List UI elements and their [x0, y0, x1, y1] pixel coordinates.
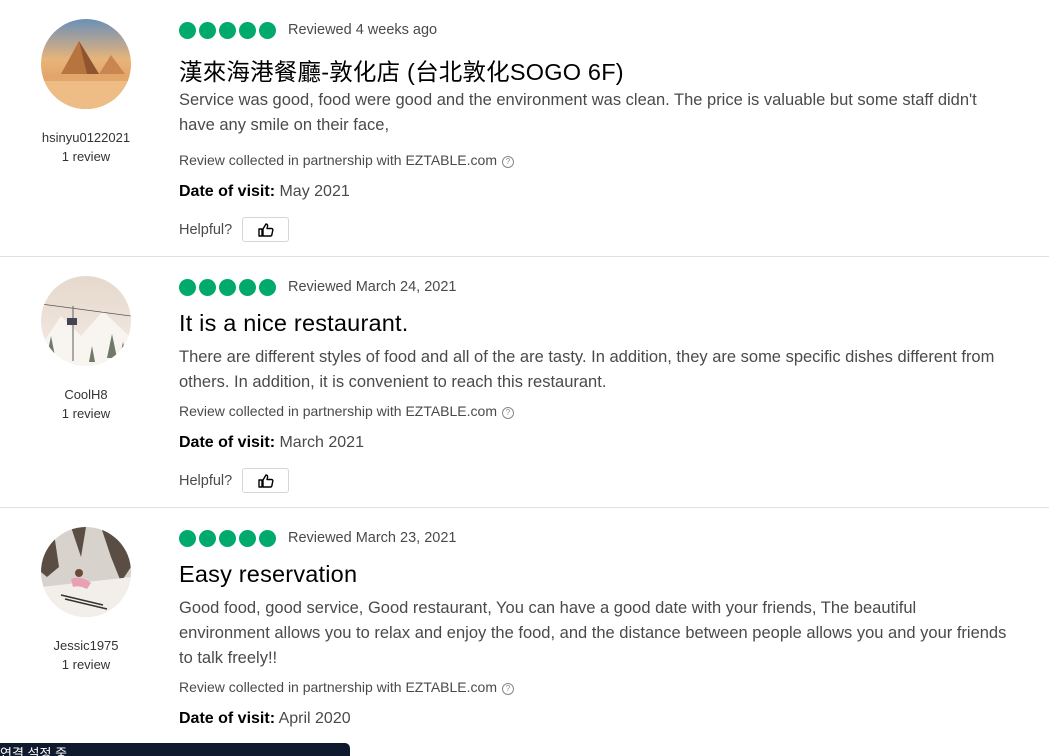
- username[interactable]: hsinyu0122021: [0, 129, 172, 147]
- rating-bubble: [179, 278, 196, 296]
- rating-bubble: [199, 21, 216, 39]
- bubble-rating: [179, 21, 276, 39]
- review-card: CoolH8 1 review Reviewed March 24, 2021 …: [0, 257, 1049, 508]
- partner-note: Review collected in partnership with EZT…: [179, 152, 514, 168]
- date-of-visit: Date of visit: May 2021: [179, 183, 350, 201]
- rating-bubble: [179, 529, 196, 547]
- username[interactable]: Jessic1975: [0, 637, 172, 655]
- review-card: Jessic1975 1 review Reviewed March 23, 2…: [0, 508, 1049, 756]
- reviewer-info: CoolH8 1 review: [0, 257, 172, 423]
- rating-bubble: [219, 529, 236, 547]
- avatar[interactable]: [41, 527, 131, 617]
- skier-avatar-image: [41, 527, 131, 617]
- reviewed-date: Reviewed 4 weeks ago: [288, 22, 438, 38]
- ski-lift-avatar-image: [41, 276, 131, 366]
- bubble-rating: [179, 278, 276, 296]
- rating-bubble: [199, 278, 216, 296]
- reviewer-info: Jessic1975 1 review: [0, 508, 172, 674]
- bubble-rating: [179, 529, 276, 547]
- rating-bubble: [199, 529, 216, 547]
- rating-row: Reviewed March 23, 2021: [179, 528, 456, 548]
- rating-bubble: [179, 21, 196, 39]
- info-circle-icon[interactable]: ?: [501, 407, 514, 419]
- review-title[interactable]: Easy reservation: [179, 561, 357, 588]
- review-count: 1 review: [61, 149, 111, 164]
- helpful-button[interactable]: [242, 468, 290, 493]
- rating-bubble: [239, 278, 256, 296]
- reviewer-info: hsinyu0122021 1 review: [0, 0, 172, 166]
- helpful-label: Helpful?: [179, 221, 233, 238]
- review-count: 1 review: [61, 406, 111, 421]
- rating-bubble: [259, 278, 276, 296]
- date-of-visit: Date of visit: March 2021: [179, 434, 364, 452]
- username[interactable]: CoolH8: [0, 386, 172, 404]
- info-circle-icon[interactable]: ?: [501, 156, 514, 168]
- desert-pyramids-avatar-image: [41, 19, 131, 109]
- review-body: Good food, good service, Good restaurant…: [179, 599, 1007, 667]
- rating-bubble: [219, 278, 236, 296]
- rating-row: Reviewed March 24, 2021: [179, 277, 456, 297]
- date-of-visit: Date of visit: April 2020: [179, 710, 351, 728]
- review-body: There are different styles of food and a…: [179, 348, 995, 391]
- thumbs-up-icon: [258, 222, 274, 237]
- helpful-row: Helpful?: [179, 217, 290, 242]
- info-circle-icon[interactable]: ?: [501, 683, 514, 695]
- helpful-label: Helpful?: [179, 472, 233, 489]
- visit-value: May 2021: [279, 183, 350, 200]
- rating-bubble: [259, 529, 276, 547]
- helpful-row: Helpful?: [179, 468, 290, 493]
- review-title[interactable]: It is a nice restaurant.: [179, 310, 408, 337]
- reviewed-date: Reviewed March 24, 2021: [288, 279, 457, 295]
- partner-note: Review collected in partnership with EZT…: [179, 679, 514, 695]
- helpful-button[interactable]: [242, 217, 290, 242]
- avatar[interactable]: [41, 276, 131, 366]
- rating-bubble: [239, 21, 256, 39]
- thumbs-up-icon: [258, 473, 274, 488]
- review-title[interactable]: 漢來海港餐廳-敦化店 (台北敦化SOGO 6F): [179, 53, 624, 87]
- avatar[interactable]: [41, 19, 131, 109]
- visit-label: Date of visit:: [179, 710, 276, 727]
- review-body: Service was good, food were good and the…: [179, 91, 977, 134]
- partner-note-text: Review collected in partnership with EZT…: [179, 679, 497, 695]
- visit-value: March 2021: [279, 434, 364, 451]
- rating-row: Reviewed 4 weeks ago: [179, 20, 437, 40]
- review-card: hsinyu0122021 1 review Reviewed 4 weeks …: [0, 0, 1049, 257]
- visit-value: April 2020: [278, 710, 351, 727]
- reviewed-date: Reviewed March 23, 2021: [288, 530, 457, 546]
- review-count: 1 review: [61, 657, 111, 672]
- status-toast: 연결 설정 중...: [0, 743, 350, 756]
- partner-note-text: Review collected in partnership with EZT…: [179, 403, 497, 419]
- rating-bubble: [259, 21, 276, 39]
- partner-note-text: Review collected in partnership with EZT…: [179, 152, 497, 168]
- visit-label: Date of visit:: [179, 183, 276, 200]
- visit-label: Date of visit:: [179, 434, 276, 451]
- rating-bubble: [219, 21, 236, 39]
- partner-note: Review collected in partnership with EZT…: [179, 403, 514, 419]
- rating-bubble: [239, 529, 256, 547]
